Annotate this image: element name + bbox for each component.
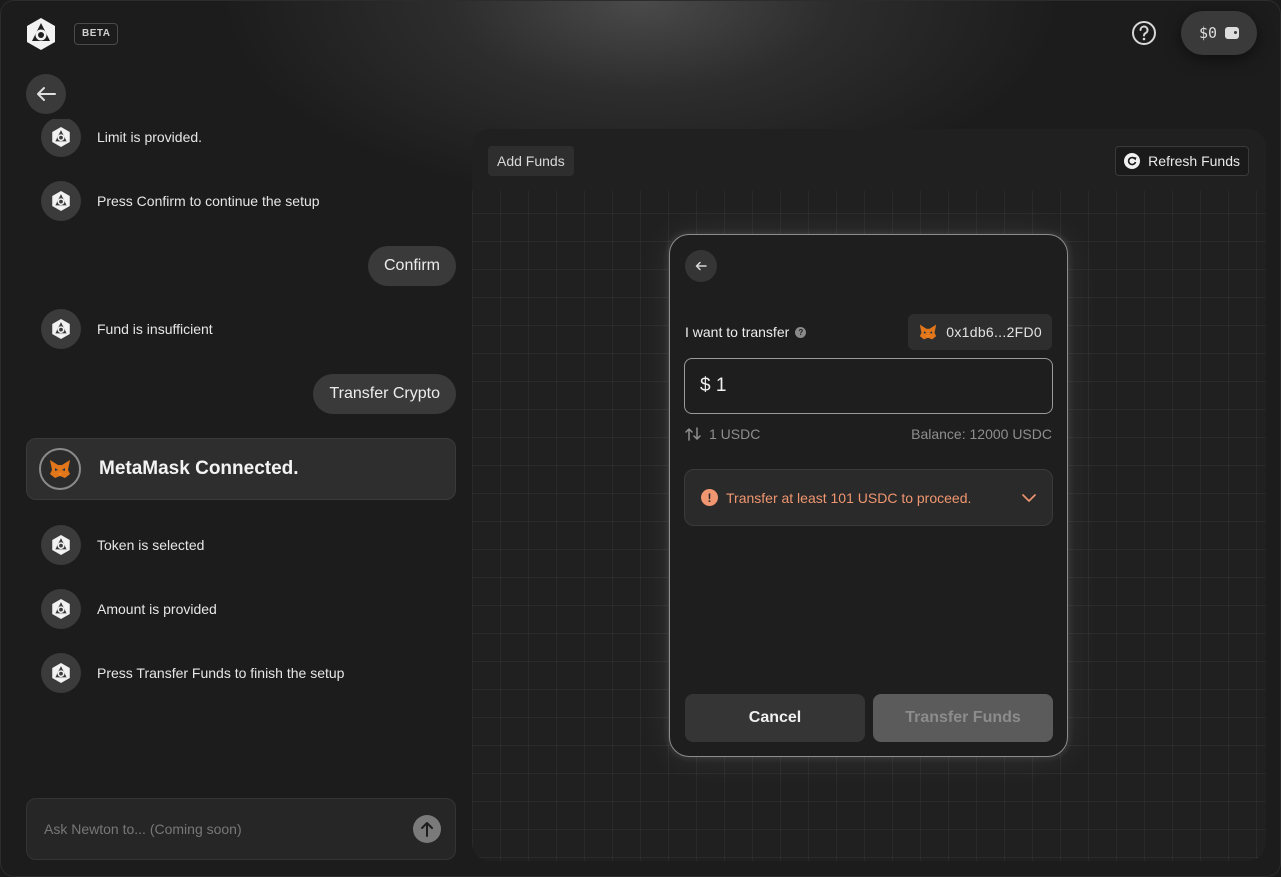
bot-message-text: Fund is insufficient <box>97 321 213 337</box>
beta-badge: BETA <box>74 23 119 45</box>
bot-message: Fund is insufficient <box>41 309 213 349</box>
newton-avatar-icon <box>41 653 81 693</box>
user-message-confirm: Confirm <box>367 246 456 286</box>
min-transfer-warning[interactable]: ! Transfer at least 101 USDC to proceed. <box>684 469 1053 526</box>
amount-input[interactable]: $ 1 <box>684 358 1053 414</box>
newton-avatar-icon <box>41 589 81 629</box>
ask-newton-bar <box>26 798 456 860</box>
bot-message: Token is selected <box>41 525 204 565</box>
newton-avatar-icon <box>41 309 81 349</box>
swap-arrows-icon <box>685 427 701 441</box>
arrow-left-icon <box>695 261 707 271</box>
bot-message: Amount is provided <box>41 589 217 629</box>
refresh-icon <box>1124 153 1141 169</box>
bot-message-text: Press Confirm to continue the setup <box>97 193 320 209</box>
wallet-button[interactable]: $0 <box>1181 11 1257 55</box>
back-button[interactable] <box>26 74 66 114</box>
transfer-label-text: I want to transfer <box>685 324 790 340</box>
newton-avatar-icon <box>41 181 81 221</box>
bot-message-text: Press Transfer Funds to finish the setup <box>97 665 345 681</box>
modal-back-button[interactable] <box>685 250 717 282</box>
warning-text: Transfer at least 101 USDC to proceed. <box>726 489 972 506</box>
newton-avatar-icon <box>41 119 81 157</box>
balance-text: Balance: 12000 USDC <box>911 426 1052 442</box>
ask-newton-input[interactable] <box>42 820 413 838</box>
transfer-label: I want to transfer ? <box>685 324 807 340</box>
bot-message: Press Transfer Funds to finish the setup <box>41 653 344 693</box>
refresh-funds-label: Refresh Funds <box>1148 153 1240 169</box>
bot-message-text: Token is selected <box>97 537 205 553</box>
info-icon: ! <box>701 489 718 506</box>
add-funds-tab[interactable]: Add Funds <box>488 146 574 176</box>
arrow-up-icon <box>421 822 433 837</box>
wallet-icon <box>1225 27 1240 39</box>
transfer-modal: I want to transfer ? 0x1db6...2FD0 $ 1 1… <box>669 234 1068 757</box>
cancel-button[interactable]: Cancel <box>685 694 865 742</box>
wallet-address: 0x1db6...2FD0 <box>946 324 1042 340</box>
bot-message-text: Limit is provided. <box>97 129 203 145</box>
conversion-row: 1 USDC <box>685 426 760 442</box>
newton-avatar-icon <box>41 525 81 565</box>
metamask-fox-icon <box>39 448 81 490</box>
bot-message-text: Amount is provided <box>97 601 217 617</box>
send-button[interactable] <box>413 815 441 843</box>
wallet-balance: $0 <box>1198 24 1218 42</box>
bot-message: Limit is provided. <box>41 119 202 157</box>
chevron-down-icon <box>1022 493 1036 502</box>
refresh-funds-button[interactable]: Refresh Funds <box>1115 146 1249 176</box>
bot-message: Press Confirm to continue the setup <box>41 181 320 221</box>
metamask-connected-card: MetaMask Connected. <box>26 438 456 500</box>
user-message-transfer-crypto: Transfer Crypto <box>313 374 456 414</box>
help-icon[interactable] <box>1131 20 1157 46</box>
converted-amount: 1 USDC <box>709 426 761 442</box>
chat-thread: Limit is provided. Press Confirm to cont… <box>1 119 471 799</box>
app-window: BETA $0 Limit is provided. Press Confirm… <box>0 0 1281 877</box>
transfer-funds-button[interactable]: Transfer Funds <box>873 694 1053 742</box>
newton-logo-icon[interactable] <box>25 17 57 51</box>
help-icon[interactable]: ? <box>795 326 807 338</box>
metamask-connected-title: MetaMask Connected. <box>99 458 299 479</box>
arrow-left-icon <box>37 87 56 101</box>
wallet-address-chip[interactable]: 0x1db6...2FD0 <box>908 314 1052 350</box>
metamask-fox-icon <box>920 324 937 340</box>
